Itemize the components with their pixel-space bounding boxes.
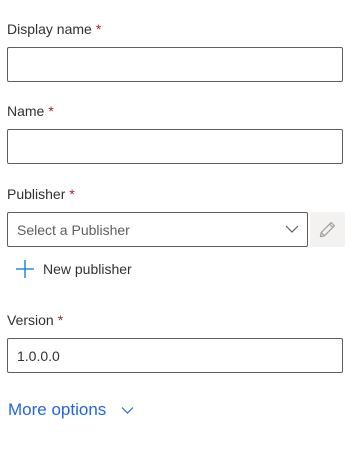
required-marker: * <box>48 103 54 119</box>
version-label-text: Version <box>7 312 54 328</box>
version-label: Version * <box>7 311 63 329</box>
more-options-label: More options <box>8 400 107 419</box>
plus-icon <box>16 260 34 278</box>
display-name-label-text: Display name <box>7 21 92 37</box>
version-input[interactable] <box>7 338 343 373</box>
display-name-input[interactable] <box>7 47 343 82</box>
chevron-down-icon <box>121 407 134 414</box>
publisher-label-text: Publisher <box>7 186 66 202</box>
name-label-text: Name <box>7 103 45 119</box>
chevron-down-icon <box>285 225 299 233</box>
publisher-dropdown[interactable]: Select a Publisher <box>7 212 308 247</box>
name-label: Name * <box>7 102 54 120</box>
required-marker: * <box>95 21 102 37</box>
publisher-dropdown-placeholder: Select a Publisher <box>17 222 130 238</box>
new-publisher-label: New publisher <box>43 261 132 277</box>
edit-publisher-button[interactable] <box>310 212 345 247</box>
required-marker: * <box>57 312 64 328</box>
pencil-icon <box>319 222 335 238</box>
required-marker: * <box>69 186 75 202</box>
publisher-label: Publisher * <box>7 185 75 203</box>
display-name-label: Display name * <box>7 20 101 38</box>
name-input[interactable] <box>7 129 343 164</box>
